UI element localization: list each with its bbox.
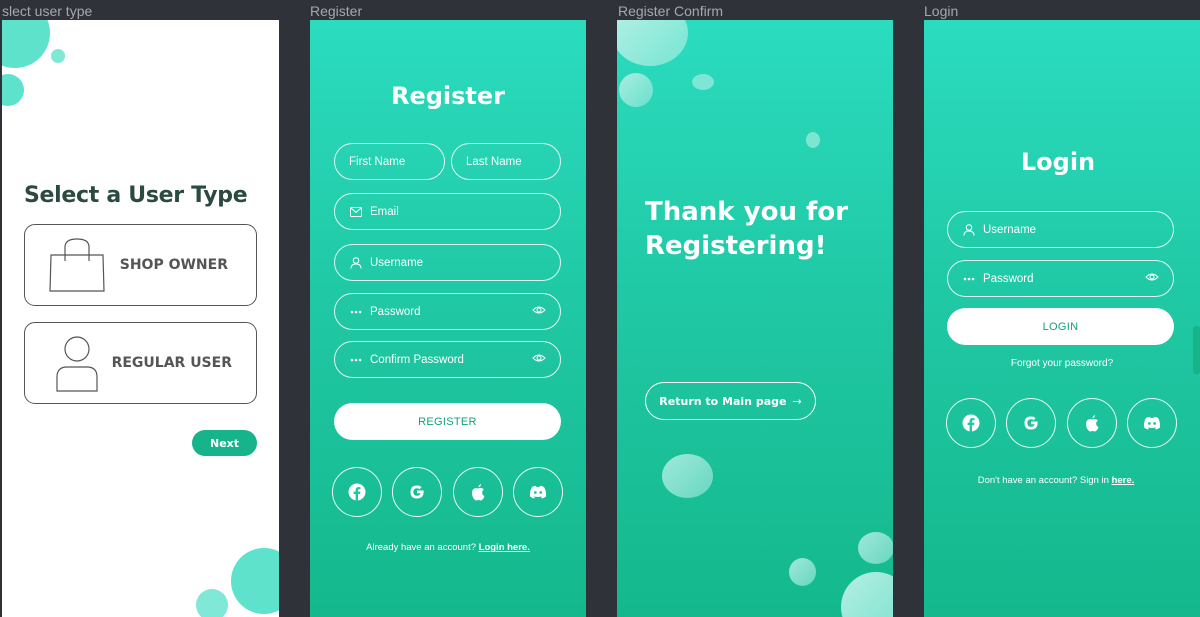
first-name-field[interactable]: First Name	[334, 143, 445, 180]
username-field[interactable]: Username	[334, 244, 561, 281]
google-button[interactable]	[1006, 398, 1056, 448]
login-screen: Login Username Password LOGIN Forgot you…	[924, 20, 1200, 617]
user-icon	[349, 256, 363, 270]
frame-label-register: Register	[310, 3, 363, 19]
return-to-main-button[interactable]: Return to Main page →	[645, 382, 816, 420]
discord-button[interactable]	[1127, 398, 1177, 448]
password-placeholder: Password	[370, 305, 421, 318]
last-name-field[interactable]: Last Name	[451, 143, 561, 180]
decor-bubble	[806, 132, 820, 148]
login-prompt: Already have an account? Login here.	[310, 542, 586, 553]
password-dots-icon	[349, 353, 363, 367]
decor-bubble	[231, 548, 279, 614]
shopping-bag-icon	[49, 238, 105, 292]
frame-label-register-confirm: Register Confirm	[618, 3, 724, 19]
username-placeholder: Username	[370, 256, 424, 269]
select-user-type-screen: Select a User Type SHOP OWNER REGULAR US…	[2, 20, 279, 617]
decor-bubble	[51, 49, 65, 63]
login-button[interactable]: LOGIN	[947, 308, 1174, 345]
page-title: Register	[390, 82, 506, 110]
return-button-label: Return to Main page	[659, 394, 787, 408]
last-name-placeholder: Last Name	[466, 155, 522, 168]
frame-label-select-user-type: slect user type	[2, 3, 93, 19]
frame-label-login: Login	[924, 3, 959, 19]
facebook-button[interactable]	[332, 467, 382, 517]
decor-bubble	[662, 454, 713, 498]
discord-button[interactable]	[513, 467, 563, 517]
google-icon	[410, 485, 424, 499]
regular-user-card[interactable]: REGULAR USER	[24, 322, 257, 404]
shop-owner-label: SHOP OWNER	[119, 257, 228, 273]
eye-icon[interactable]	[532, 305, 546, 318]
decor-bubble	[2, 20, 50, 68]
confirm-password-field[interactable]: Confirm Password	[334, 341, 561, 378]
password-dots-icon	[962, 272, 976, 286]
decor-bubble	[692, 74, 714, 90]
confirm-password-placeholder: Confirm Password	[370, 353, 464, 366]
apple-button[interactable]	[453, 467, 503, 517]
next-button[interactable]: Next	[192, 430, 257, 456]
decor-bubble	[789, 558, 816, 586]
decor-bubble	[2, 74, 24, 106]
signup-link[interactable]: here.	[1112, 475, 1135, 486]
apple-icon	[1086, 415, 1099, 432]
password-dots-icon	[349, 305, 363, 319]
register-screen: Register First Name Last Name Email User…	[310, 20, 586, 617]
first-name-placeholder: First Name	[349, 155, 406, 168]
username-field[interactable]: Username	[947, 211, 1174, 248]
discord-icon	[1143, 416, 1161, 430]
email-placeholder: Email	[370, 205, 399, 218]
user-icon	[56, 336, 98, 392]
scrollbar-handle[interactable]	[1193, 326, 1200, 374]
decor-bubble	[858, 532, 893, 564]
facebook-icon	[348, 483, 366, 501]
register-button[interactable]: REGISTER	[334, 403, 561, 440]
mail-icon	[349, 205, 363, 219]
signup-prompt: Don't have an account? Sign in here.	[924, 475, 1194, 486]
page-title: Login	[1020, 148, 1096, 176]
password-field[interactable]: Password	[334, 293, 561, 330]
facebook-button[interactable]	[946, 398, 996, 448]
signup-prompt-text: Don't have an account? Sign in	[977, 475, 1109, 486]
eye-icon[interactable]	[532, 353, 546, 366]
decor-bubble	[841, 572, 893, 617]
decor-bubble	[619, 73, 653, 107]
shop-owner-card[interactable]: SHOP OWNER	[24, 224, 257, 306]
apple-icon	[472, 484, 485, 501]
decor-bubble	[617, 20, 688, 66]
username-placeholder: Username	[983, 223, 1037, 236]
apple-button[interactable]	[1067, 398, 1117, 448]
google-button[interactable]	[392, 467, 442, 517]
email-field[interactable]: Email	[334, 193, 561, 230]
decor-bubble	[196, 589, 228, 617]
facebook-icon	[962, 414, 980, 432]
page-title: Thank you for Registering!	[645, 197, 849, 261]
login-link[interactable]: Login here.	[479, 542, 530, 553]
forgot-password-link[interactable]: Forgot your password?	[924, 358, 1200, 369]
page-title: Select a User Type	[24, 183, 248, 208]
arrow-right-icon: →	[792, 394, 802, 408]
password-field[interactable]: Password	[947, 260, 1174, 297]
login-prompt-text: Already have an account?	[366, 542, 476, 553]
user-icon	[962, 223, 976, 237]
regular-user-label: REGULAR USER	[111, 355, 232, 371]
register-confirm-screen: Thank you for Registering! Return to Mai…	[617, 20, 893, 617]
google-icon	[1024, 416, 1038, 430]
discord-icon	[529, 485, 547, 499]
password-placeholder: Password	[983, 272, 1034, 285]
eye-icon[interactable]	[1145, 272, 1159, 285]
